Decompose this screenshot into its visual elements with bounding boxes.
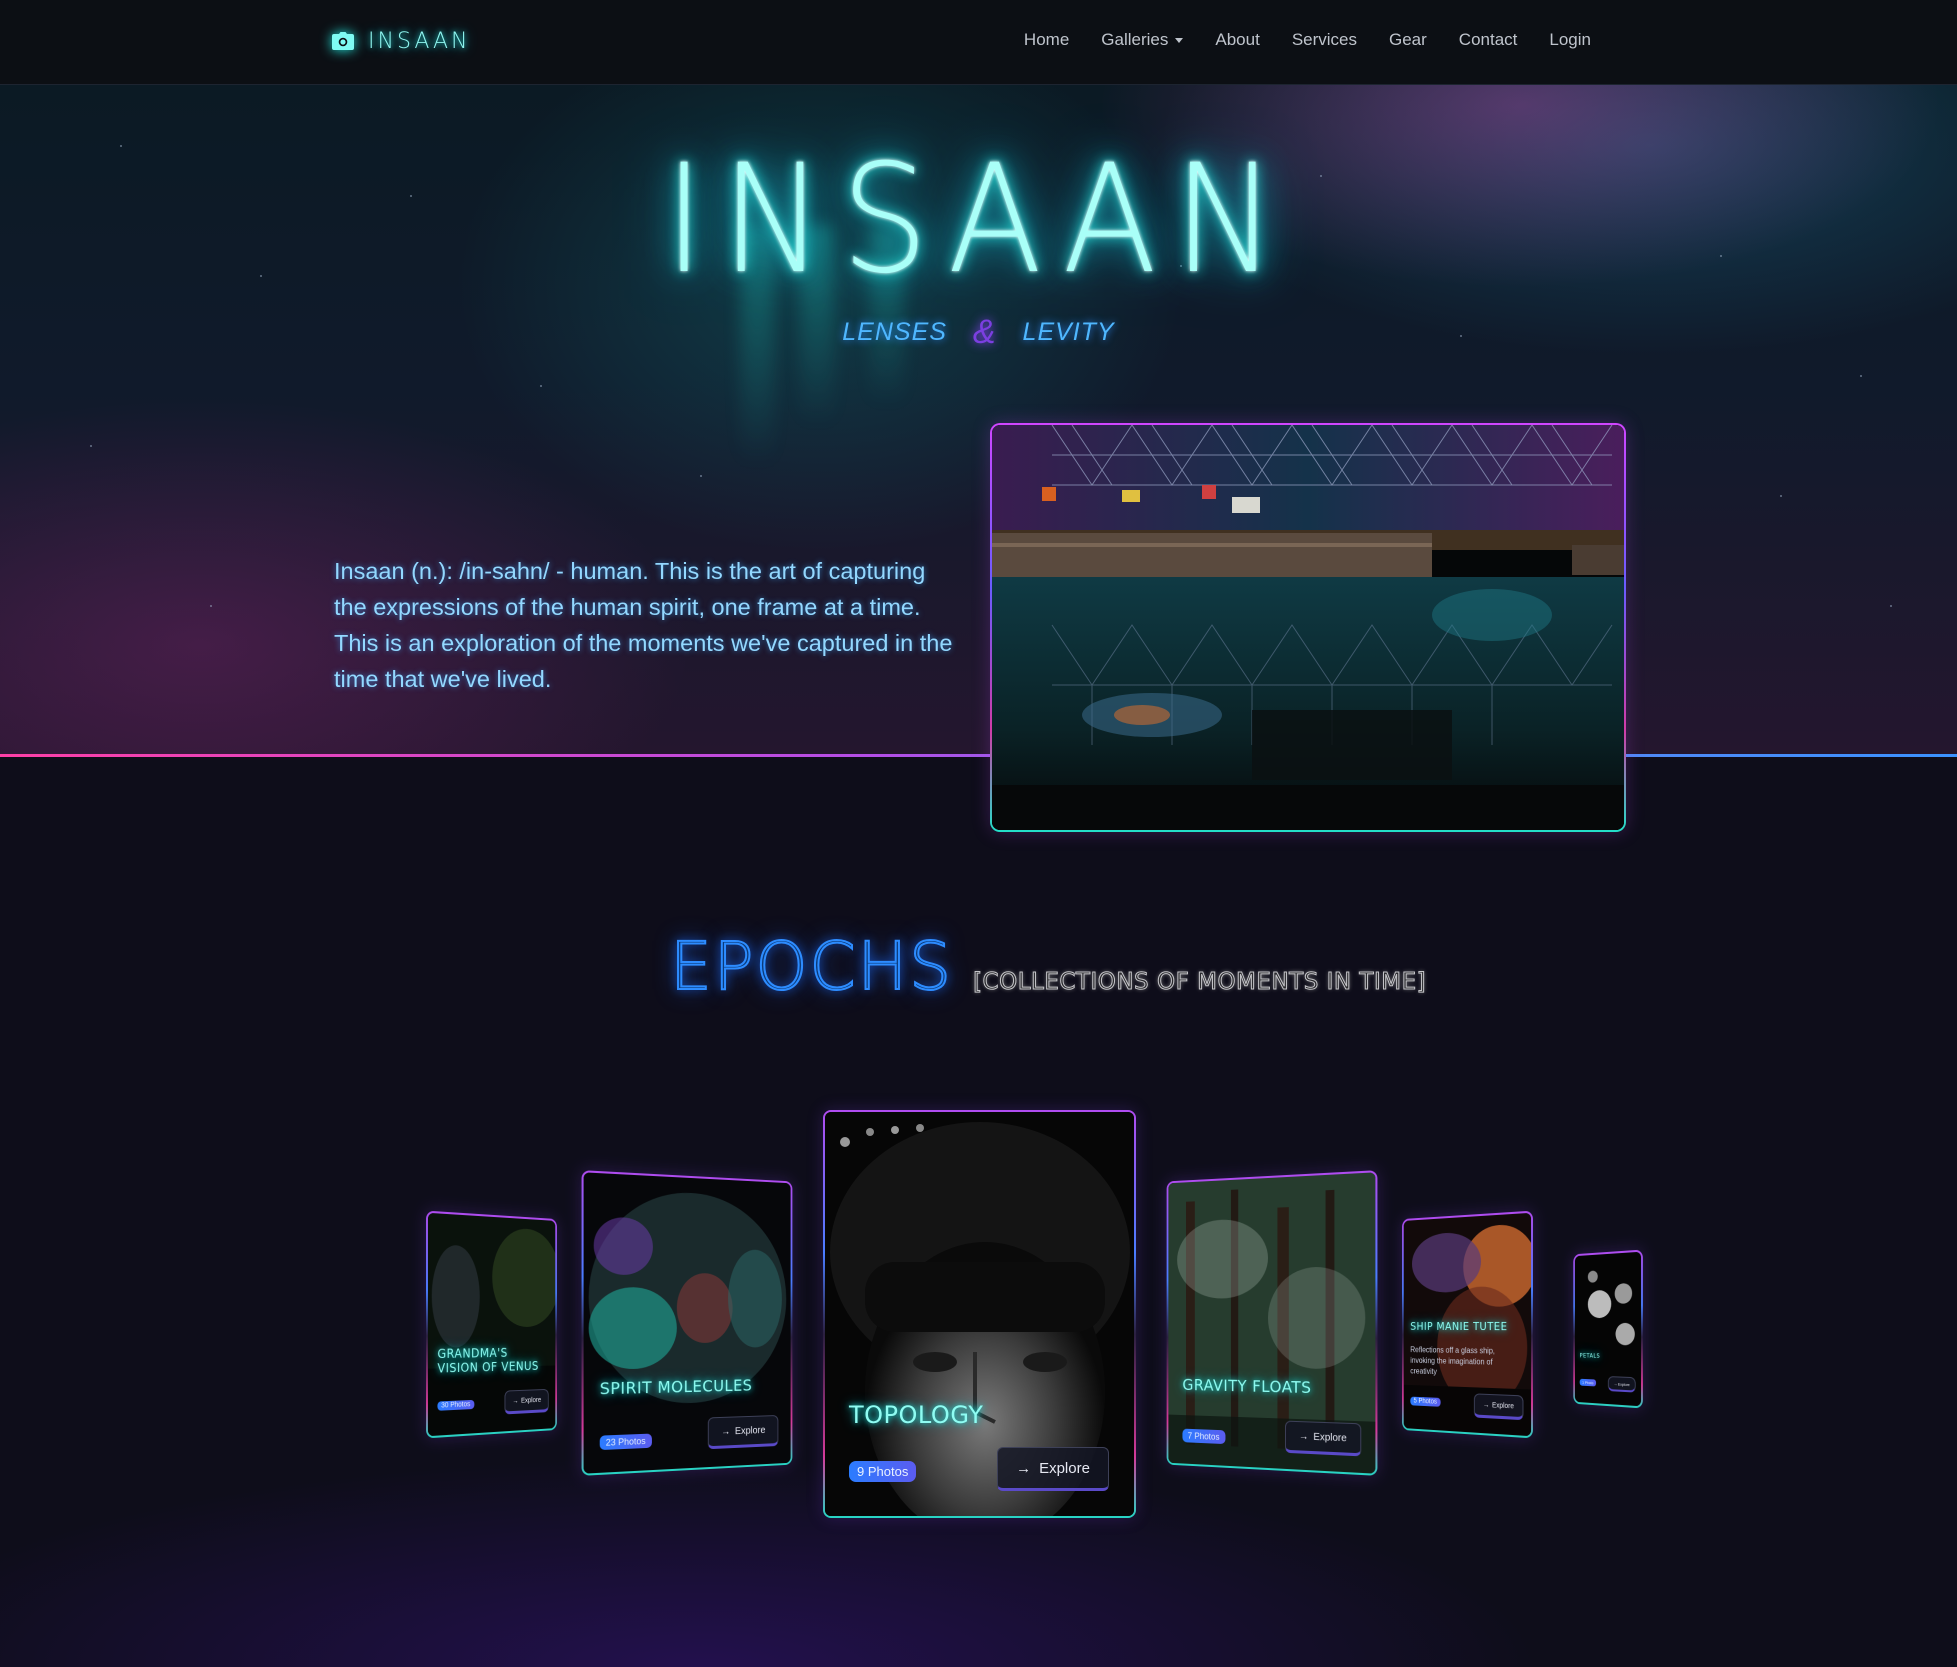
arrow-right-icon: → [1613,1380,1618,1387]
card-description: Reflections off a glass ship, invoking t… [1410,1345,1495,1377]
card-title: TOPOLOGY [849,1401,984,1429]
photo-count-badge: 7 Photos [1182,1428,1226,1445]
hero-tagline: LENSES & LEVITY [0,313,1957,352]
hero-featured-photo[interactable] [990,423,1626,832]
arrow-right-icon: → [1298,1430,1309,1443]
explore-label: Explore [521,1396,542,1405]
nav-login[interactable]: Login [1533,26,1607,54]
arrow-right-icon: → [1482,1401,1490,1409]
star [1780,495,1782,497]
nav-services[interactable]: Services [1276,26,1373,54]
nav-galleries[interactable]: Galleries [1085,26,1199,54]
gallery-card[interactable]: PETALS 1 Photo → Explore [1573,1249,1643,1409]
gallery-card[interactable]: TOPOLOGY 9 Photos → Explore [823,1110,1136,1518]
tagline-lenses: LENSES [842,318,947,346]
nav-galleries-label: Galleries [1101,30,1169,49]
hero-title: INSAAN [663,133,1294,307]
explore-button[interactable]: → Explore [504,1388,549,1415]
explore-label: Explore [1617,1381,1630,1387]
epochs-subtitle: [COLLECTIONS OF MOMENTS IN TIME] [973,969,1427,996]
photo-count-badge: 23 Photos [599,1433,652,1451]
hero-photo-image [992,425,1624,830]
nav-contact[interactable]: Contact [1443,26,1534,54]
explore-button[interactable]: → Explore [707,1414,779,1450]
tagline-levity: LEVITY [1022,318,1115,346]
explore-button[interactable]: → Explore [997,1447,1109,1491]
nav-menu: Home Galleries About Services Gear Conta… [1008,26,1607,54]
tagline-ampersand: & [972,313,997,351]
arrow-right-icon: → [1016,1459,1032,1477]
explore-button[interactable]: → Explore [1607,1376,1636,1393]
arrow-right-icon: → [512,1397,519,1405]
star [90,445,92,447]
nav-about[interactable]: About [1199,26,1275,54]
hero-intro-text: Insaan (n.): /in-sahn/ - human. This is … [334,558,953,692]
nav-home[interactable]: Home [1008,26,1085,54]
chevron-down-icon [1175,37,1184,43]
card-title: PETALS [1579,1352,1601,1360]
camera-icon [332,32,354,50]
gallery-card[interactable]: GRANDMA'S VISION OF VENUS 30 Photos → Ex… [426,1210,557,1439]
arrow-right-icon: → [721,1426,731,1438]
explore-label: Explore [734,1424,766,1437]
navbar: INSAAN Home Galleries About Services Gea… [0,0,1957,85]
explore-button[interactable]: → Explore [1285,1420,1362,1457]
star [210,605,212,607]
card-title: GRANDMA'S VISION OF VENUS [437,1345,539,1376]
photo-count-badge: 30 Photos [437,1399,474,1411]
gallery-card[interactable]: GRAVITY FLOATS 7 Photos → Explore [1166,1170,1378,1476]
explore-label: Explore [1039,1459,1090,1477]
epochs-title: EPOCHS [669,927,954,1006]
photo-count-badge: 1 Photo [1579,1378,1596,1387]
photo-count-badge: 5 Photos [1410,1396,1441,1407]
neon-divider [0,754,1957,757]
gallery-card[interactable]: SHIP MANIE TUTEE Reflections off a glass… [1402,1210,1533,1439]
explore-button[interactable]: → Explore [1473,1393,1524,1421]
star [700,475,702,477]
hero-section: INSAAN LENSES & LEVITY Insaan (n.): /in-… [0,85,1957,757]
explore-label: Explore [1313,1431,1347,1444]
brand-name: INSAAN [368,28,471,54]
explore-label: Explore [1492,1401,1514,1410]
star [1890,605,1892,607]
brand-logo[interactable]: INSAAN [332,24,471,58]
photo-count-badge: 9 Photos [849,1461,917,1482]
star [540,385,542,387]
card-title: SHIP MANIE TUTEE [1410,1319,1508,1334]
epochs-heading: EPOCHS [COLLECTIONS OF MOMENTS IN TIME] [669,927,1427,1006]
nav-gear[interactable]: Gear [1373,26,1443,54]
star [1860,375,1862,377]
gallery-card[interactable]: SPIRIT MOLECULES 23 Photos → Explore [581,1170,793,1476]
